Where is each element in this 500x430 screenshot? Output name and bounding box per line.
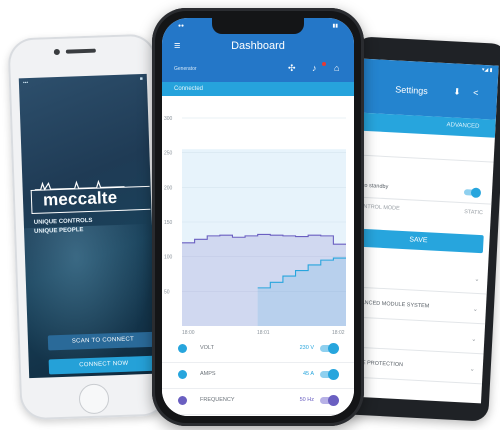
series-dot bbox=[178, 396, 187, 405]
reading-label: FREQUENCY bbox=[200, 397, 235, 403]
auto-standby-toggle[interactable] bbox=[463, 189, 481, 196]
home-icon[interactable]: ⌂ bbox=[334, 63, 339, 73]
dashboard-screen: ●● ▮▮ ≡ Dashboard Generator ✣ ♪ ⌂ Connec… bbox=[162, 18, 354, 416]
bell-icon[interactable]: ♪ bbox=[312, 63, 317, 73]
front-camera bbox=[53, 48, 60, 56]
control-mode-value[interactable]: STATIC bbox=[464, 209, 483, 216]
notification-badge bbox=[322, 62, 326, 66]
list-item: FREQUENCY 50 Hz bbox=[162, 388, 354, 415]
reading-value: 230 V bbox=[299, 345, 314, 351]
background-photo bbox=[24, 223, 158, 379]
readings-list: VOLT 230 V AMPS 45 A FREQUENCY 50 Hz bbox=[162, 336, 354, 416]
y-tick-label: 300 bbox=[164, 116, 173, 122]
center-phone: ●● ▮▮ ≡ Dashboard Generator ✣ ♪ ⌂ Connec… bbox=[152, 8, 364, 426]
tab-advanced[interactable]: ADVANCED bbox=[446, 122, 479, 130]
chevron-down-icon: ⌄ bbox=[474, 276, 480, 284]
share-icon[interactable]: < bbox=[473, 88, 479, 98]
earpiece-speaker bbox=[65, 48, 96, 54]
brand-logo: meccalte bbox=[42, 187, 118, 210]
page-title: Dashboard bbox=[231, 40, 285, 52]
status-bar: ▾◢ ▮ bbox=[481, 66, 493, 74]
settings-header: ▾◢ ▮ Settings ⬇ < bbox=[360, 58, 499, 120]
notch bbox=[212, 18, 304, 34]
connection-status: Connected bbox=[162, 82, 354, 96]
settings-title: Settings bbox=[395, 84, 429, 97]
y-tick-label: 100 bbox=[164, 255, 173, 261]
y-tick-label: 50 bbox=[164, 289, 170, 295]
status-time: ●● bbox=[178, 23, 185, 29]
chevron-down-icon: ⌄ bbox=[469, 366, 475, 373]
y-tick-label: 200 bbox=[164, 185, 173, 191]
device-name: Generator bbox=[174, 66, 197, 72]
menu-row[interactable]: PHASE PROTECTION ⌄ bbox=[346, 348, 484, 385]
status-bar: ••• ■ bbox=[22, 75, 143, 87]
status-icons: ▮▮ bbox=[332, 23, 338, 29]
download-icon[interactable]: ⬇ bbox=[453, 86, 461, 97]
y-tick-label: 150 bbox=[164, 220, 173, 226]
home-button[interactable] bbox=[78, 383, 110, 415]
list-item: AMPS 45 A bbox=[162, 362, 354, 389]
save-button[interactable]: SAVE bbox=[352, 228, 484, 254]
series-dot bbox=[178, 370, 187, 379]
chevron-down-icon: ⌄ bbox=[471, 336, 477, 343]
reading-label: VOLT bbox=[200, 345, 214, 351]
list-item: VOLT 230 V bbox=[162, 336, 354, 363]
fan-icon[interactable]: ✣ bbox=[288, 63, 296, 74]
splash-screen: ••• ■ meccalte UNIQUE CONTROLS UNIQUE PEO… bbox=[18, 73, 158, 379]
series-dot bbox=[178, 344, 187, 353]
tagline-1: UNIQUE CONTROLS bbox=[33, 217, 93, 226]
divider bbox=[357, 154, 494, 163]
chevron-down-icon: ⌄ bbox=[472, 306, 478, 314]
reading-value: 50 Hz bbox=[299, 397, 314, 403]
left-phone: ••• ■ meccalte UNIQUE CONTROLS UNIQUE PEO… bbox=[7, 33, 169, 421]
reading-value: 45 A bbox=[302, 371, 314, 377]
series-toggle[interactable] bbox=[320, 369, 339, 380]
settings-screen: ▾◢ ▮ Settings ⬇ < ADVANCED Auto standby … bbox=[345, 58, 499, 404]
reading-label: AMPS bbox=[200, 371, 216, 377]
series-toggle[interactable] bbox=[320, 343, 339, 354]
series-toggle[interactable] bbox=[320, 395, 339, 406]
y-tick-label: 250 bbox=[164, 151, 173, 157]
line-chart: 3002502001501005018:00 18:01 18:02 bbox=[164, 116, 346, 336]
